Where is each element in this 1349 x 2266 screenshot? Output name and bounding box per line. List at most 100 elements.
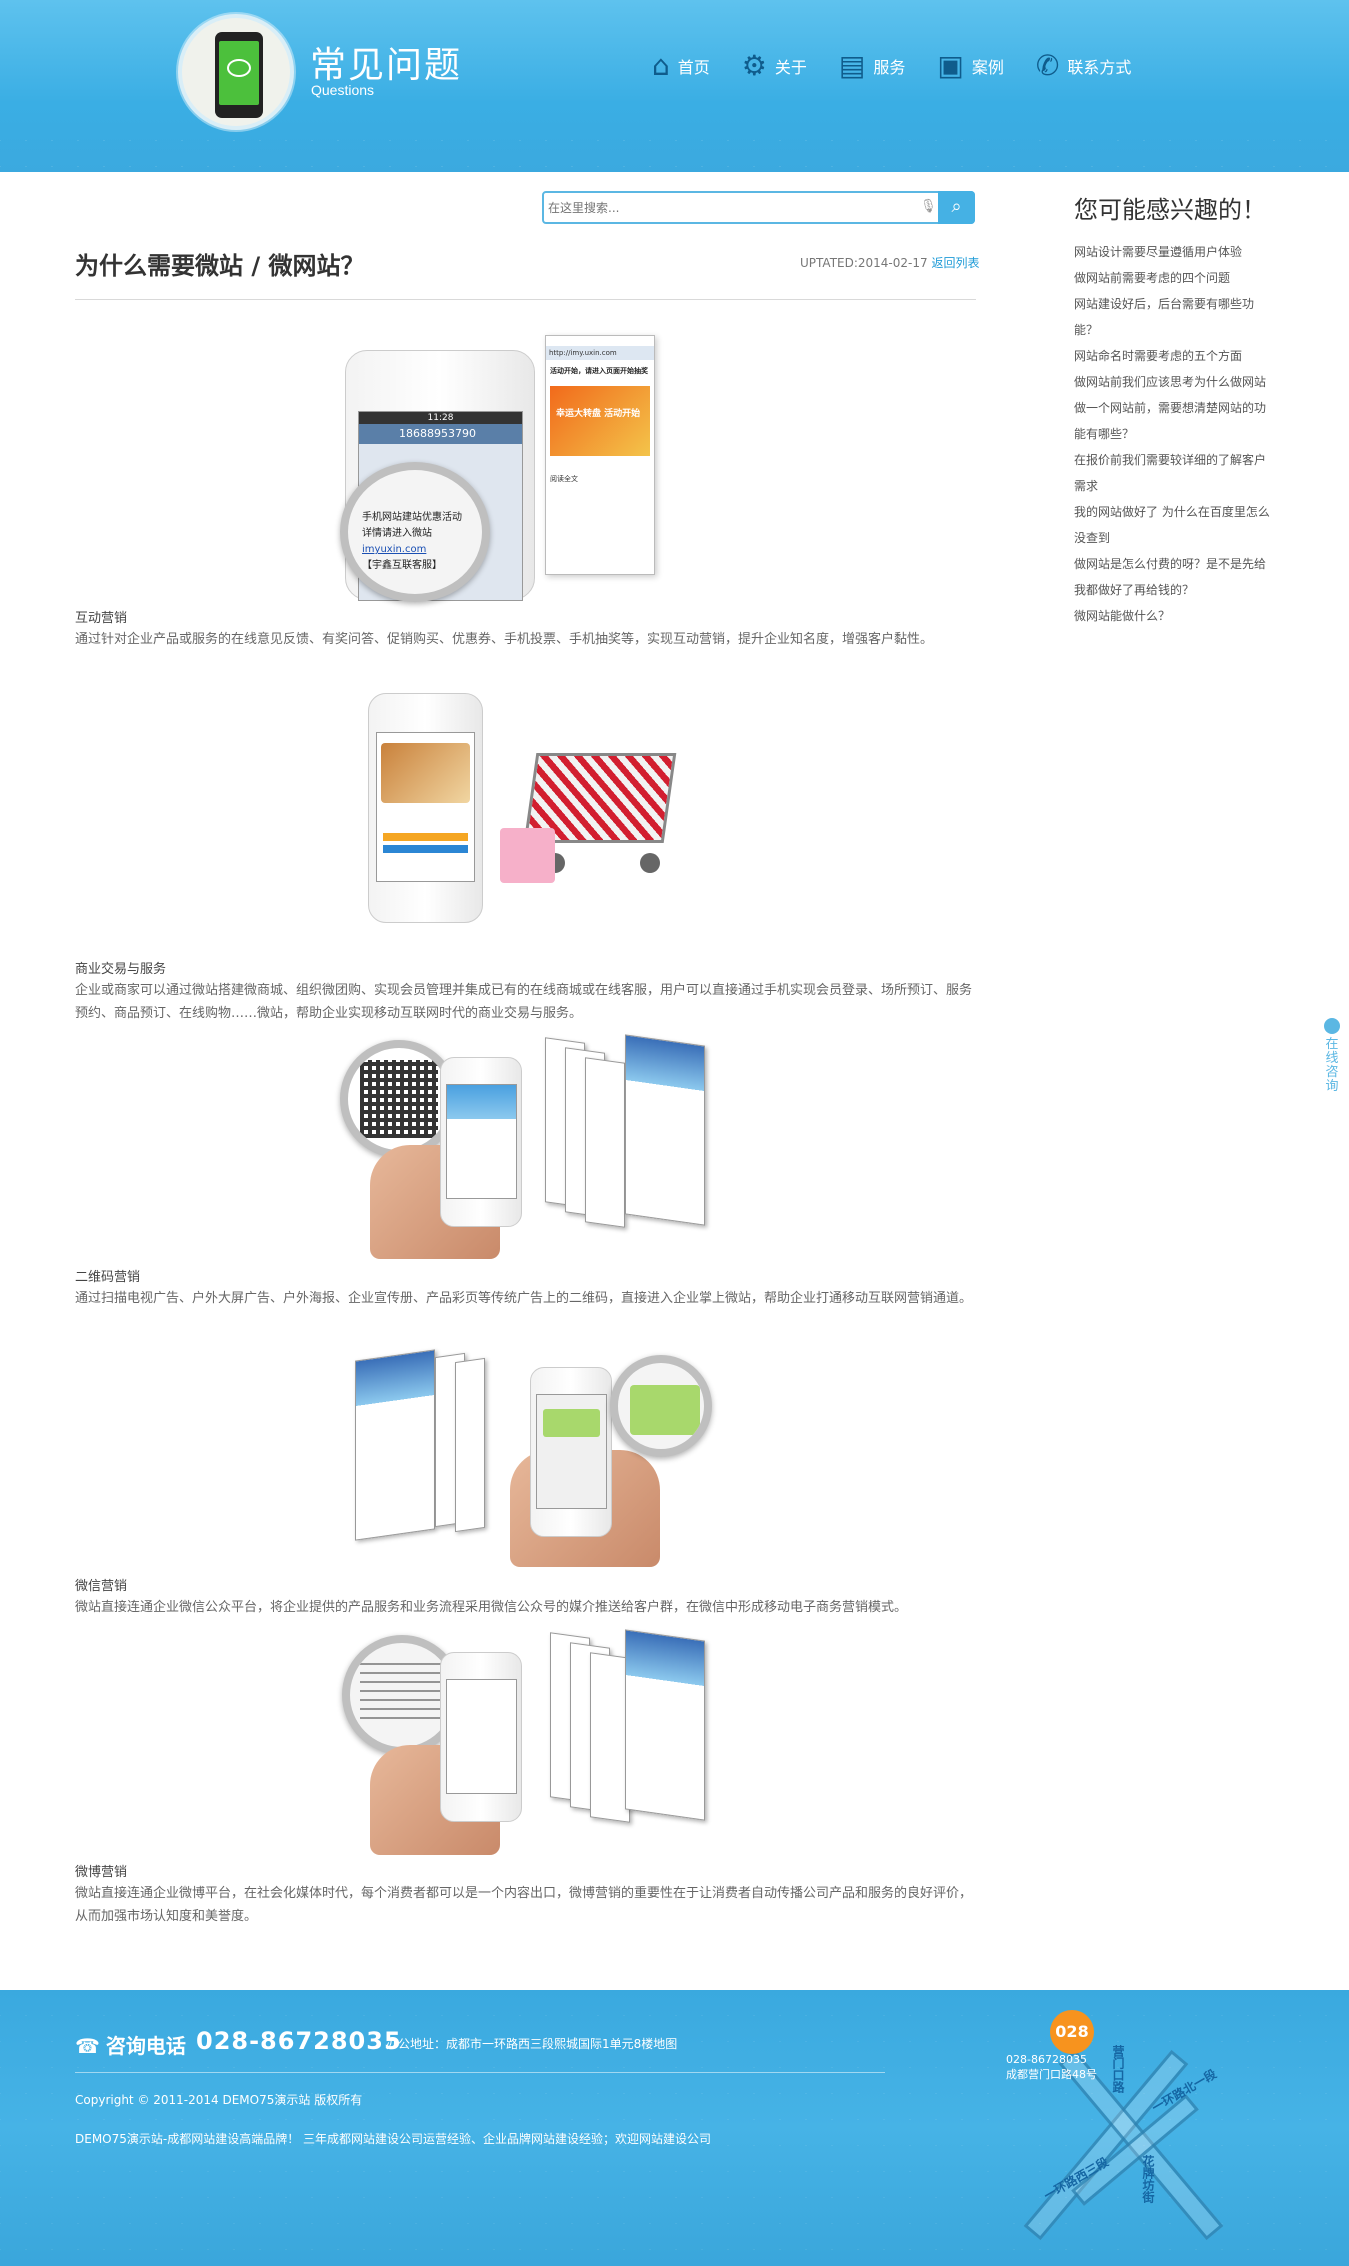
online-consult-tab[interactable]: 在线咨询 xyxy=(1322,1018,1342,1094)
search-button[interactable]: ⌕ xyxy=(938,191,975,224)
logo-phone-icon xyxy=(215,32,263,118)
gift-icon: ▤ xyxy=(838,49,866,82)
sidebar-item[interactable]: 网站设计需要尽量遵循用户体验 xyxy=(1074,239,1274,265)
sidebar-list: 网站设计需要尽量遵循用户体验 做网站前需要考虑的四个问题 网站建设好后，后台需要… xyxy=(1074,239,1274,629)
section-label: 二维码营销 xyxy=(75,1270,141,1285)
map-address: 成都营门口路48号 xyxy=(1006,2068,1097,2081)
article-text-lines xyxy=(360,1663,452,1723)
map-road-label: 营门口路 xyxy=(1111,2045,1125,2093)
page-title: 常见问题 xyxy=(310,45,463,86)
gear-icon: ⚙ xyxy=(741,49,767,82)
sidebar-item[interactable]: 做网站前我们应该思考为什么做网站 xyxy=(1074,369,1274,395)
cart-button xyxy=(383,845,468,853)
sidebar-item[interactable]: 网站建设好后，后台需要有哪些功能？ xyxy=(1074,291,1274,343)
sms-line: 手机网站建站优惠活动 xyxy=(362,512,462,523)
section-text: 微站直接连通企业微博平台，在社会化媒体时代，每个消费者都可以是一个内容出口，微博… xyxy=(75,1886,973,1924)
phone-image xyxy=(440,1652,522,1822)
nav-item-cases[interactable]: ▣ 案例 xyxy=(937,52,1003,80)
updated-date: UPTATED:2014-02-17 xyxy=(800,256,928,270)
figure-wechat-marketing xyxy=(355,1345,720,1567)
area-code-badge: 028 xyxy=(1050,2010,1094,2054)
magnifier-sms: 手机网站建站优惠活动 详情请进入微站 imyuxin.com 【宇鑫互联客服】 xyxy=(340,462,490,602)
sms-line: 【宇鑫互联客服】 xyxy=(362,560,442,571)
figure-weibo-marketing xyxy=(340,1629,710,1855)
search-box: 🎙 ⌕ xyxy=(542,191,975,224)
site-header: 常见问题 Questions ⌂ 首页 ⚙ 关于 ▤ 服务 ▣ 案例 ✆ 联系方… xyxy=(0,0,1349,172)
nav-label: 关于 xyxy=(774,58,807,77)
screen-card xyxy=(585,1057,625,1228)
screen-card xyxy=(355,1349,435,1541)
section-label: 互动营销 xyxy=(75,611,128,626)
nav-label: 首页 xyxy=(677,58,710,77)
consult-label: 在线咨询 xyxy=(1325,1037,1339,1094)
sidebar-item[interactable]: 做一个网站前，需要想清楚网站的功能有哪些？ xyxy=(1074,395,1274,447)
nav-item-services[interactable]: ▤ 服务 xyxy=(839,52,905,80)
sms-link: imyuxin.com xyxy=(362,544,427,555)
phone-screen xyxy=(446,1084,517,1199)
nav-item-about[interactable]: ⚙ 关于 xyxy=(742,52,807,80)
section-label: 商业交易与服务 xyxy=(75,962,167,977)
chat-bubble xyxy=(630,1385,700,1435)
article-title: 为什么需要微站 / 微网站？ xyxy=(75,252,365,280)
phone-image xyxy=(440,1057,522,1227)
phone-label-text: 咨询电话 xyxy=(105,2034,186,2058)
lucky-wheel-banner: 幸运大转盘 活动开始 xyxy=(550,386,650,456)
footer-slogan: DEMO75演示站-成都网站建设高端品牌！ 三年成都网站建设公司运营经验、企业品… xyxy=(75,2132,712,2146)
sidebar-item[interactable]: 做网站前需要考虑的四个问题 xyxy=(1074,265,1274,291)
nav-item-contact[interactable]: ✆ 联系方式 xyxy=(1036,52,1131,80)
section-label: 微博营销 xyxy=(75,1865,128,1880)
phone-screen xyxy=(376,732,475,882)
chat-bubble-icon xyxy=(227,59,251,77)
search-icon: ⌕ xyxy=(951,196,962,217)
footer-divider xyxy=(75,2072,885,2073)
phone-screen xyxy=(446,1679,517,1794)
shopping-cart-image xyxy=(500,728,680,883)
phone-screen xyxy=(536,1394,607,1509)
sidebar-item[interactable]: 网站命名时需要考虑的五个方面 xyxy=(1074,343,1274,369)
microphone-icon[interactable]: 🎙 xyxy=(920,199,937,215)
logo[interactable] xyxy=(178,14,294,130)
buy-button xyxy=(383,833,468,841)
sidebar-item[interactable]: 在报价前我们需要较详细的了解客户需求 xyxy=(1074,447,1274,499)
nav-label: 联系方式 xyxy=(1067,58,1132,77)
section-text: 通过扫描电视广告、户外大屏广告、户外海报、企业宣传册、产品彩页等传统广告上的二维… xyxy=(75,1291,973,1306)
screen-card xyxy=(455,1357,485,1533)
product-photo xyxy=(381,743,470,803)
page-subtitle: Questions xyxy=(311,82,375,98)
nav-label: 案例 xyxy=(971,58,1004,77)
screen-card xyxy=(625,1034,705,1226)
browser-url: http://imy.uxin.com xyxy=(546,346,654,360)
header-pattern xyxy=(0,115,1349,172)
search-input[interactable] xyxy=(548,196,908,220)
second-phone-image: http://imy.uxin.com 活动开始，请进入页面开始抽奖 幸运大转盘… xyxy=(545,335,655,575)
screen-card xyxy=(625,1629,705,1821)
map-phone: 028-86728035 xyxy=(1006,2053,1087,2066)
sms-bubble: 手机网站建站优惠活动 详情请进入微站 imyuxin.com 【宇鑫互联客服】 xyxy=(362,510,462,574)
consult-phone-number: 028-86728035 xyxy=(196,2027,402,2055)
divider xyxy=(75,299,976,300)
sidebar-item[interactable]: 微网站能做什么？ xyxy=(1074,603,1274,629)
back-to-list-link[interactable]: 返回列表 xyxy=(931,256,979,270)
nav-item-home[interactable]: ⌂ 首页 xyxy=(652,52,710,80)
nav-label: 服务 xyxy=(873,58,906,77)
sidebar-item[interactable]: 做网站是怎么付费的呀？是不是先给我都做好了再给钱的？ xyxy=(1074,551,1274,603)
article-meta: UPTATED:2014-02-17 返回列表 xyxy=(800,254,979,271)
phone-image xyxy=(368,693,483,923)
office-address[interactable]: 办公地址：成都市一环路西三段熙城国际1单元8楼地图 xyxy=(386,2035,677,2052)
map-road-label: 花牌坊街 xyxy=(1141,2155,1155,2203)
section-text: 企业或商家可以通过微站搭建微商城、组织微团购、实现会员管理并集成已有的在线商城或… xyxy=(75,983,973,1021)
phone-status-bar: 11:28 xyxy=(359,412,522,424)
consult-phone-label: ☎ 咨询电话 xyxy=(75,2030,186,2059)
sidebar-item[interactable]: 我的网站做好了 为什么在百度里怎么没查到 xyxy=(1074,499,1274,551)
section-label: 微信营销 xyxy=(75,1579,128,1594)
sms-line: 详情请进入微站 xyxy=(362,528,432,539)
cart-wheel xyxy=(640,853,660,873)
read-more: 阅读全文 xyxy=(550,475,578,483)
telephone-icon: ☎ xyxy=(75,2034,100,2058)
qr-code-icon xyxy=(360,1060,438,1138)
chat-icon xyxy=(1324,1018,1340,1034)
home-icon: ⌂ xyxy=(652,49,670,82)
screen-card xyxy=(590,1652,630,1823)
phone-image xyxy=(530,1367,612,1537)
shopping-bag-icon xyxy=(500,828,555,883)
